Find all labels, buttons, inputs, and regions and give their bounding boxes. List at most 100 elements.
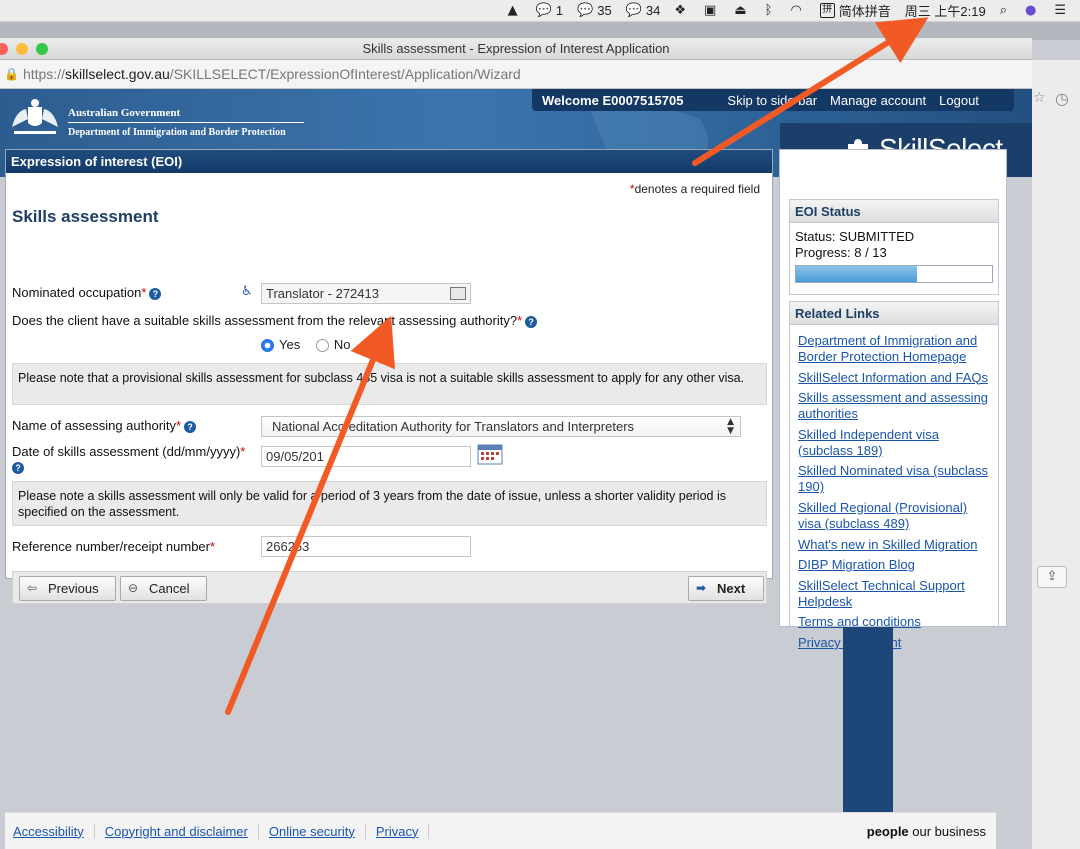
assessment-radio-group: Yes No [261,337,350,353]
share-icon[interactable]: ⇪ [1037,566,1067,588]
select-arrows-icon: ▲ ▼ [727,417,734,436]
input-method[interactable]: 拼简体拼音 [819,1,891,20]
wechat-status-1[interactable]: 💬 1 [536,3,563,18]
account-links-bar: Welcome E0007515705 Skip to side bar Man… [532,89,1014,111]
eoi-progress-text: Progress: 8 / 13 [795,245,887,260]
menubar-clock[interactable]: 周三 上午2:19 [905,1,986,20]
logout-link[interactable]: Logout [939,93,979,108]
related-links-box: Related Links Department of Immigration … [789,301,999,659]
footer-accessibility-link[interactable]: Accessibility [5,823,95,839]
url-scheme: https:// [22,66,65,82]
minimize-window-button[interactable] [16,43,28,55]
cancel-button[interactable]: ⊖ Cancel [120,576,207,601]
close-window-button[interactable] [0,43,8,55]
bluetooth-icon[interactable]: ᛒ [765,3,777,18]
star-icon[interactable]: ☆ [1033,90,1046,106]
spotlight-search-icon[interactable]: ⌕ [1000,3,1011,18]
arrow-right-icon: ➡ [696,581,707,595]
eoi-status-box: EOI Status Status: SUBMITTED Progress: 8… [789,199,999,295]
footer-copyright-link[interactable]: Copyright and disclaimer [97,823,259,839]
page-footer: Accessibility Copyright and disclaimer O… [5,812,996,849]
welcome-message: Welcome E0007515705 [542,92,684,108]
wizard-button-bar: ⇦ Previous ⊖ Cancel ➡ Next [12,571,767,604]
accessibility-icon: ♿ [241,284,253,299]
nominated-occupation-field[interactable]: Translator - 272413 [261,283,471,304]
zoom-window-button[interactable] [36,43,48,55]
link-skillselect-faqs[interactable]: SkillSelect Information and FAQs [798,370,992,386]
link-assessing-authorities[interactable]: Skills assessment and assessing authorit… [798,390,992,422]
assessing-authority-label: Name of assessing authority*? [12,418,197,433]
history-icon[interactable]: ◷ [1055,89,1069,108]
help-icon[interactable]: ? [149,287,162,300]
link-migration-blog[interactable]: DIBP Migration Blog [798,557,992,573]
mac-menu-bar: ▲ 💬 1 💬 35 💬 34 ❖ ▣ ⏏ ᛒ ◠ 拼简体拼音 周三 上午2:19 ⌕… [0,0,1080,22]
no-radio[interactable]: No [315,337,350,353]
link-dibp-homepage[interactable]: Department of Immigration and Border Pro… [798,333,992,365]
sidebar: EOI Status Status: SUBMITTED Progress: 8… [779,149,1007,659]
link-technical-support[interactable]: SkillSelect Technical Support Helpdesk [798,578,992,610]
cancel-icon: ⊖ [128,581,139,595]
lookup-icon[interactable] [450,287,466,300]
skip-to-sidebar-link[interactable]: Skip to side bar [727,93,817,108]
wifi-icon[interactable]: ◠ [790,3,805,18]
wechat-status-3[interactable]: 💬 34 [626,3,661,18]
wechat-status-2[interactable]: 💬 35 [577,3,612,18]
government-name: Australian Government [68,107,181,119]
link-subclass-190[interactable]: Skilled Nominated visa (subclass 190) [798,463,992,495]
next-button[interactable]: ➡ Next [688,576,764,601]
eoi-status-text: Status: SUBMITTED [795,229,915,244]
validity-period-note: Please note a skills assessment will onl… [12,481,767,526]
provisional-assessment-note: Please note that a provisional skills as… [12,363,767,405]
reference-number-label: Reference number/receipt number* [12,539,216,554]
related-links-title: Related Links [790,302,998,325]
dropbox-icon[interactable]: ❖ [674,3,690,18]
previous-button[interactable]: ⇦ Previous [19,576,116,601]
footer-tagline: people our business [866,823,986,839]
arrow-left-icon: ⇦ [27,581,38,595]
panel-title: Expression of interest (EOI) [6,150,772,173]
nominated-occupation-label: Nominated occupation*? [12,285,162,300]
url-path: /SKILLSELECT/ExpressionOfInterest/Applic… [169,66,521,82]
assessment-date-label: Date of skills assessment (dd/mm/yyyy)*? [12,444,246,474]
footer-privacy-link[interactable]: Privacy [368,823,430,839]
window-controls [0,43,56,55]
eoi-status-title: EOI Status [790,200,998,223]
link-whats-new[interactable]: What's new in Skilled Migration [798,537,992,553]
page-title: Skills assessment [12,207,159,226]
assessment-date-input[interactable]: 09/05/201 [261,446,471,467]
url-host: skillselect.gov.au [64,66,170,82]
eoi-progress-fill [796,266,917,282]
skills-assessment-question: Does the client have a suitable skills a… [12,313,538,328]
link-privacy-statement[interactable]: Privacy statement [798,635,992,651]
lock-icon: 🔒 [4,67,19,81]
help-icon[interactable]: ? [525,315,538,328]
help-icon[interactable]: ? [184,420,197,433]
wechat-icon: 💬 [577,3,594,18]
wechat-icon: 💬 [535,3,552,18]
eoi-form-panel: Expression of interest (EOI) *denotes a … [5,149,773,604]
window-title: Skills assessment - Expression of Intere… [362,41,670,56]
footer-security-link[interactable]: Online security [261,823,366,839]
wechat-icon: 💬 [625,3,642,18]
window-titlebar: Skills assessment - Expression of Intere… [0,38,1032,60]
link-subclass-189[interactable]: Skilled Independent visa (subclass 189) [798,427,992,459]
department-name: Department of Immigration and Border Pro… [68,127,286,138]
banner-divider [68,122,304,123]
yes-radio[interactable]: Yes [261,337,300,353]
decorative-blue-column [843,627,893,812]
help-icon[interactable]: ? [12,461,24,474]
airplay-icon[interactable]: ⏏ [734,3,750,18]
monitor-icon[interactable]: ▣ [704,3,720,18]
link-terms[interactable]: Terms and conditions [798,614,992,630]
manage-account-link[interactable]: Manage account [830,93,926,108]
assessing-authority-select[interactable]: National Accreditation Authority for Tra… [261,416,741,437]
notification-center-icon[interactable]: ☰ [1054,3,1070,18]
siri-icon[interactable]: ● [1025,3,1040,18]
eoi-progress-bar [795,265,993,283]
reference-number-input[interactable]: 266253 [261,536,471,557]
calendar-icon[interactable] [477,443,503,465]
link-subclass-489[interactable]: Skilled Regional (Provisional) visa (sub… [798,500,992,532]
related-links-list: Department of Immigration and Border Pro… [790,325,998,651]
address-bar[interactable]: 🔒 https://skillselect.gov.au/SKILLSELECT… [0,60,1032,89]
vlc-icon[interactable]: ▲ [508,3,522,18]
